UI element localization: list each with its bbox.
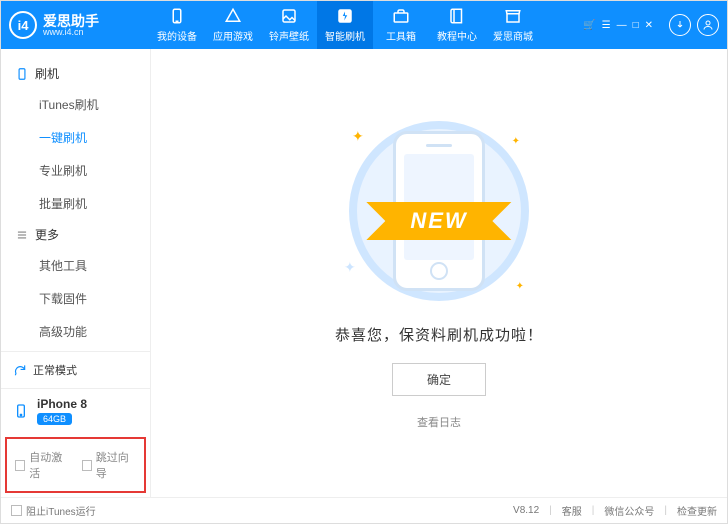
device-info[interactable]: iPhone 8 64GB [1, 388, 150, 433]
sidebar-section-more[interactable]: 更多 [1, 220, 150, 249]
main-content: ✦ ✦ ✦ ✦ NEW 恭喜您，保资料刷机成功啦！ 确定 查看日志 [151, 49, 727, 497]
checkbox-auto-activate[interactable]: 自动激活 [15, 449, 70, 481]
sidebar-item-other-tools[interactable]: 其他工具 [1, 249, 150, 282]
checkbox-skip-wizard[interactable]: 跳过向导 [82, 449, 137, 481]
app-url: www.i4.cn [43, 28, 99, 37]
cart-icon[interactable]: 🛒 [583, 20, 595, 31]
sidebar: 刷机 iTunes刷机 一键刷机 专业刷机 批量刷机 更多 其他工具 下载固件 … [1, 49, 151, 497]
section-title: 更多 [35, 226, 59, 243]
wallpaper-icon [280, 7, 298, 25]
tab-label: 铃声壁纸 [269, 28, 309, 43]
download-icon[interactable] [669, 14, 691, 36]
tab-label: 智能刷机 [325, 28, 365, 43]
device-name: iPhone 8 [37, 397, 87, 411]
checkbox-label: 跳过向导 [96, 449, 136, 481]
flash-icon [336, 7, 354, 25]
ribbon-text: NEW [388, 202, 489, 240]
device-icon [168, 7, 186, 25]
top-nav: 我的设备 应用游戏 铃声壁纸 智能刷机 工具箱 教程中心 爱思商城 [149, 1, 541, 49]
minimize-icon[interactable]: — [617, 20, 627, 31]
sidebar-item-itunes-flash[interactable]: iTunes刷机 [1, 88, 150, 121]
menu-icon[interactable]: ☰ [602, 20, 611, 31]
phone-device-icon [13, 403, 29, 419]
sidebar-item-advanced[interactable]: 高级功能 [1, 315, 150, 348]
tab-label: 应用游戏 [213, 28, 253, 43]
titlebar: i4 爱思助手 www.i4.cn 我的设备 应用游戏 铃声壁纸 智能刷机 工具… [1, 1, 727, 49]
ok-button[interactable]: 确定 [392, 363, 486, 396]
checkbox-icon [82, 460, 92, 471]
logo-badge-icon: i4 [9, 11, 37, 39]
maximize-icon[interactable]: □ [633, 20, 639, 31]
sidebar-item-pro-flash[interactable]: 专业刷机 [1, 154, 150, 187]
apps-icon [224, 7, 242, 25]
refresh-icon [13, 363, 27, 377]
sidebar-item-batch-flash[interactable]: 批量刷机 [1, 187, 150, 220]
checkbox-block-itunes[interactable]: 阻止iTunes运行 [11, 503, 96, 518]
success-graphic: ✦ ✦ ✦ ✦ NEW [324, 116, 554, 306]
tab-label: 工具箱 [386, 28, 416, 43]
support-link[interactable]: 客服 [562, 503, 582, 518]
view-log-link[interactable]: 查看日志 [417, 414, 461, 430]
tab-label: 我的设备 [157, 28, 197, 43]
success-message: 恭喜您，保资料刷机成功啦！ [335, 324, 543, 345]
tab-my-device[interactable]: 我的设备 [149, 1, 205, 49]
checkbox-icon [11, 505, 22, 516]
section-title: 刷机 [35, 65, 59, 82]
wechat-link[interactable]: 微信公众号 [604, 503, 654, 518]
tab-label: 爱思商城 [493, 28, 533, 43]
tab-apps[interactable]: 应用游戏 [205, 1, 261, 49]
sidebar-item-oneclick-flash[interactable]: 一键刷机 [1, 121, 150, 154]
tab-toolbox[interactable]: 工具箱 [373, 1, 429, 49]
tab-flash[interactable]: 智能刷机 [317, 1, 373, 49]
user-icon[interactable] [697, 14, 719, 36]
tab-label: 教程中心 [437, 28, 477, 43]
mode-label: 正常模式 [33, 362, 77, 378]
sidebar-section-flash[interactable]: 刷机 [1, 59, 150, 88]
app-name: 爱思助手 [43, 14, 99, 28]
check-update-link[interactable]: 检查更新 [677, 503, 717, 518]
store-icon [504, 7, 522, 25]
statusbar: 阻止iTunes运行 V8.12| 客服| 微信公众号| 检查更新 [1, 497, 727, 523]
flash-options-highlight: 自动激活 跳过向导 [5, 437, 146, 493]
phone-icon [15, 67, 29, 81]
version-label: V8.12 [513, 505, 539, 516]
toolbox-icon [392, 7, 410, 25]
sidebar-item-download-firmware[interactable]: 下载固件 [1, 282, 150, 315]
app-logo: i4 爱思助手 www.i4.cn [9, 11, 149, 39]
tab-ringtones[interactable]: 铃声壁纸 [261, 1, 317, 49]
tab-store[interactable]: 爱思商城 [485, 1, 541, 49]
tab-tutorials[interactable]: 教程中心 [429, 1, 485, 49]
window-controls: 🛒 ☰ — □ ✕ [583, 14, 719, 36]
checkbox-label: 阻止iTunes运行 [26, 503, 96, 518]
close-icon[interactable]: ✕ [645, 20, 653, 31]
list-icon [15, 228, 29, 242]
checkbox-label: 自动激活 [29, 449, 69, 481]
device-storage: 64GB [37, 413, 72, 425]
new-ribbon-icon: NEW [388, 202, 489, 240]
book-icon [448, 7, 466, 25]
checkbox-icon [15, 460, 25, 471]
device-mode[interactable]: 正常模式 [1, 351, 150, 388]
